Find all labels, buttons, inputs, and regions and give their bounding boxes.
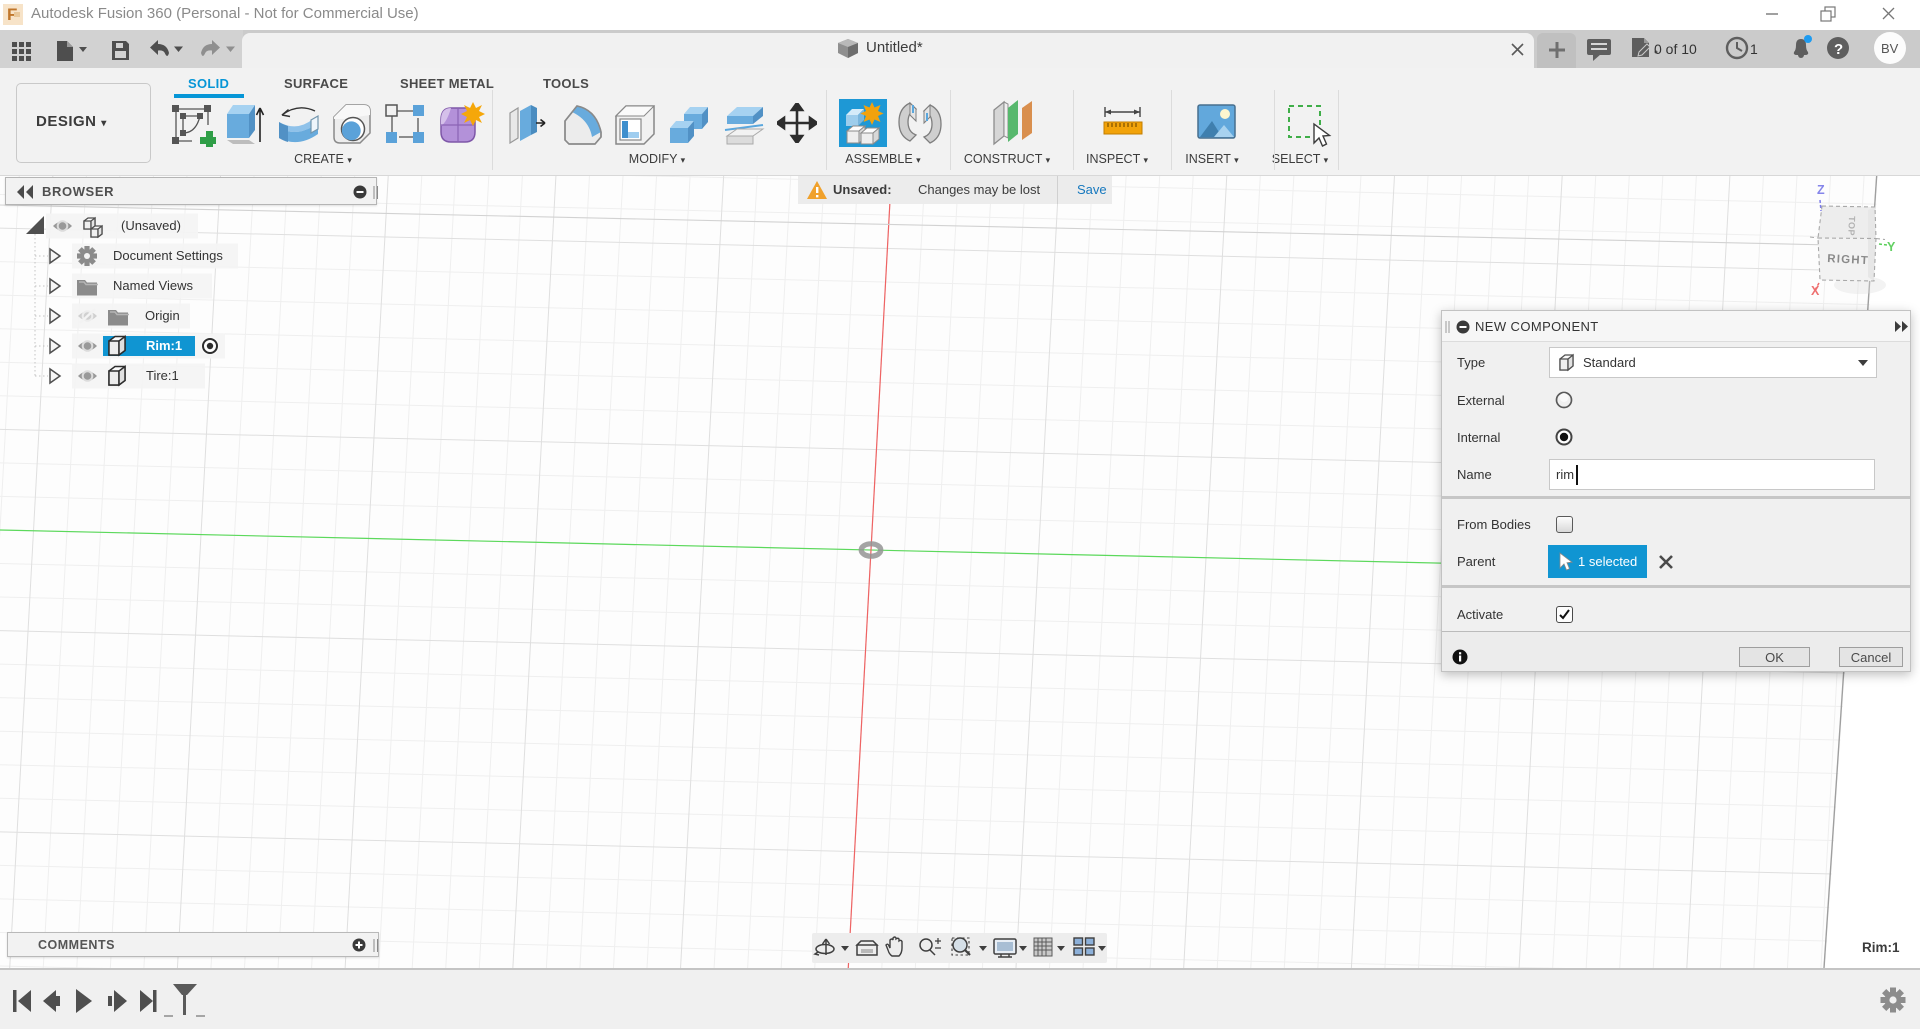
svg-text:0 of 10: 0 of 10 — [1654, 41, 1697, 57]
svg-text:Y: Y — [1887, 240, 1896, 254]
svg-text:Z: Z — [1817, 183, 1825, 197]
svg-text:TOP: TOP — [1846, 216, 1857, 236]
svg-text:1: 1 — [1750, 41, 1758, 57]
svg-text:RIGHT: RIGHT — [1827, 253, 1869, 267]
svg-text:X: X — [1811, 284, 1820, 298]
svg-text:?: ? — [1834, 41, 1843, 58]
svg-text:BV: BV — [1881, 41, 1899, 56]
